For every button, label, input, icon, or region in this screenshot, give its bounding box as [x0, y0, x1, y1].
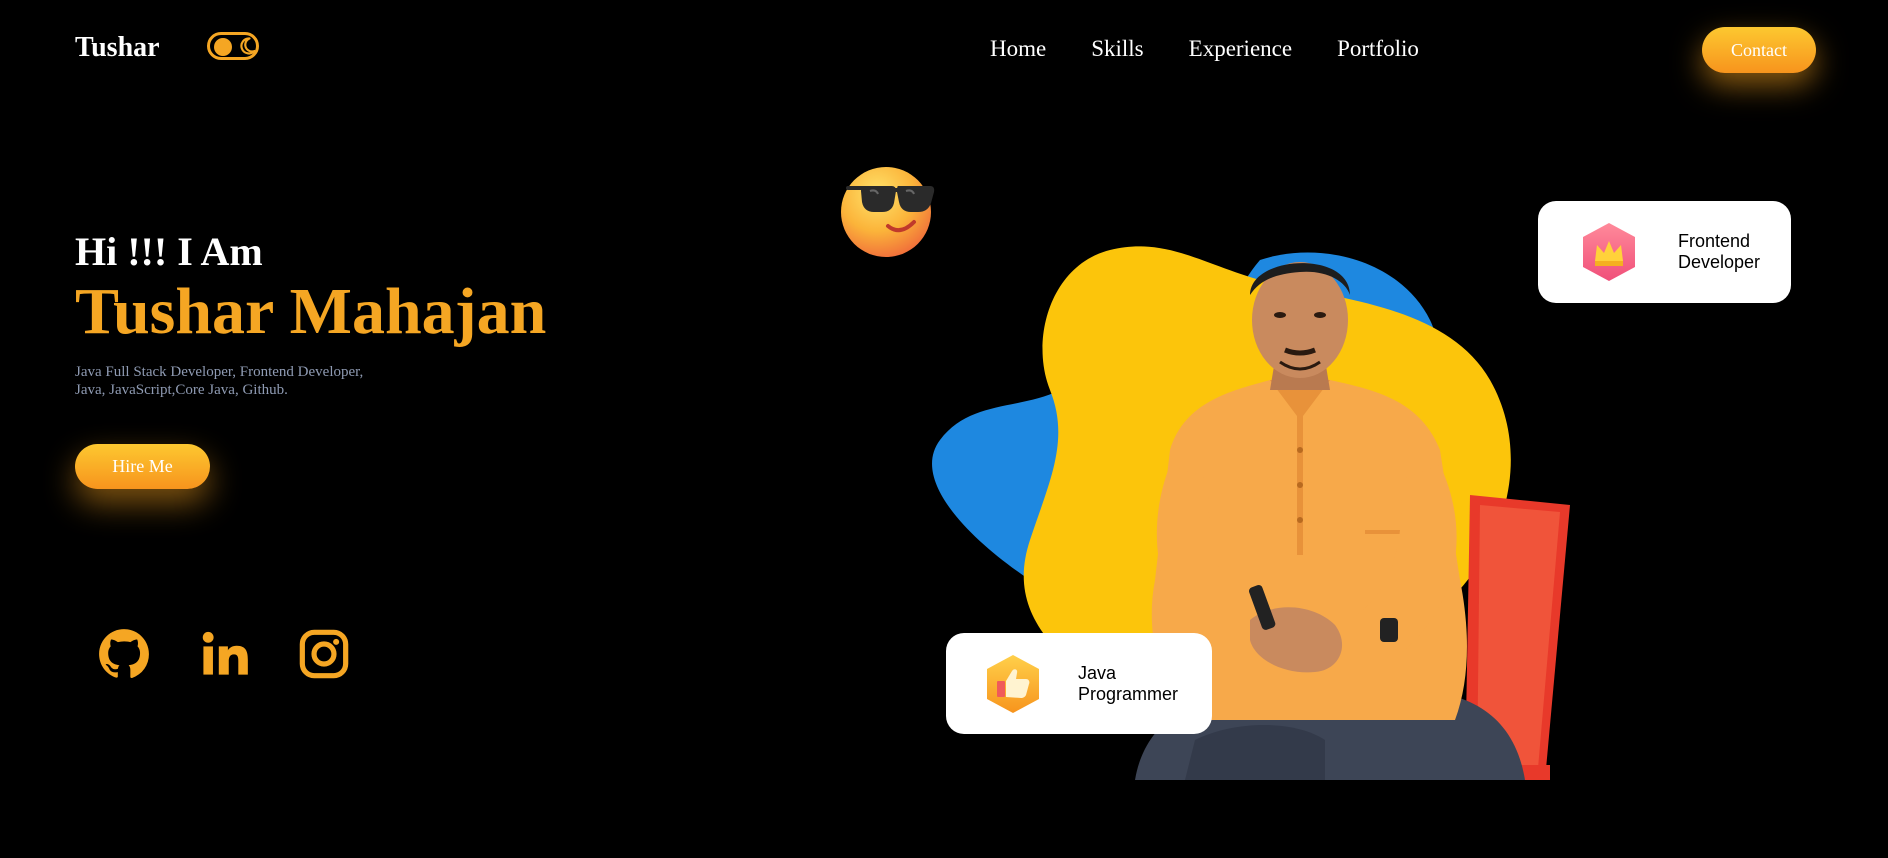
nav-skills[interactable]: Skills [1091, 36, 1143, 62]
linkedin-icon[interactable] [198, 628, 250, 680]
theme-toggle[interactable] [207, 32, 259, 60]
frontend-card-line-1: Frontend [1678, 231, 1751, 251]
greeting: Hi !!! I Am [75, 229, 263, 274]
java-card-line-2: Programmer [1078, 683, 1179, 704]
hero-name: Tushar Mahajan [75, 275, 547, 348]
page: Tushar Home Skills Experience Portfolio … [0, 0, 1888, 858]
description-line-2: Java, JavaScript,Core Java, Github. [75, 382, 288, 398]
thumbs-up-icon [987, 654, 1039, 713]
brand-logo[interactable]: Tushar [75, 32, 160, 64]
java-card-text: Java Programmer [1078, 663, 1178, 705]
hire-me-button[interactable]: Hire Me [75, 444, 210, 489]
moon-icon [240, 37, 256, 55]
social-links [98, 628, 350, 680]
java-card-line-1: Java [1078, 662, 1117, 683]
github-icon[interactable] [98, 628, 150, 680]
nav-home[interactable]: Home [990, 36, 1046, 62]
nav-experience[interactable]: Experience [1189, 36, 1292, 62]
main-nav: Home Skills Experience Portfolio [990, 36, 1419, 62]
crown-icon [1583, 223, 1635, 281]
frontend-card-line-2: Developer [1678, 252, 1761, 272]
frontend-developer-card: Frontend Developer [1538, 201, 1791, 303]
toggle-knob [214, 38, 232, 56]
contact-button[interactable]: Contact [1702, 27, 1816, 73]
nav-portfolio[interactable]: Portfolio [1337, 36, 1419, 62]
frontend-card-text: Frontend Developer [1678, 231, 1778, 273]
java-programmer-card: Java Programmer [946, 633, 1212, 734]
description-line-1: Java Full Stack Developer, Frontend Deve… [75, 364, 364, 380]
instagram-icon[interactable] [298, 628, 350, 680]
hero-description: Java Full Stack Developer, Frontend Deve… [75, 363, 405, 399]
